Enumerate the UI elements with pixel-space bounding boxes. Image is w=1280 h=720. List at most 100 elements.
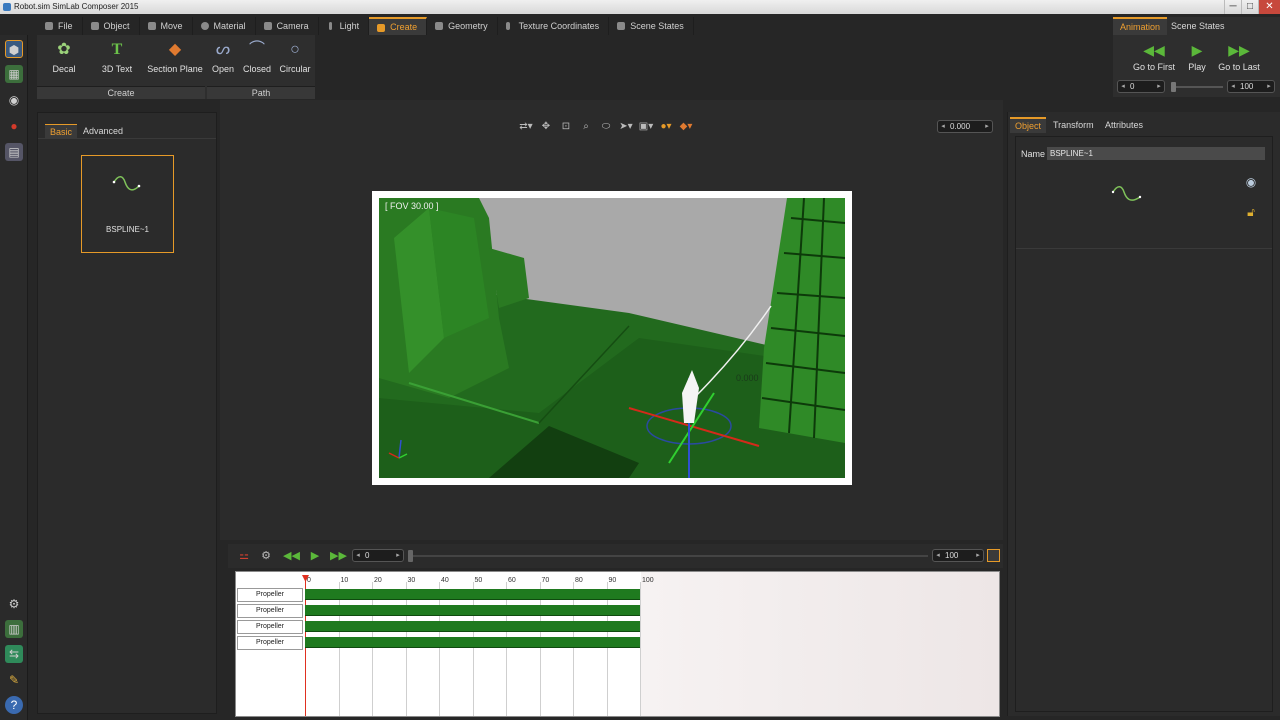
render-icon[interactable]: ▥ bbox=[5, 620, 23, 638]
scene-states-icon bbox=[617, 22, 626, 30]
zoom-extents-icon[interactable]: ⊡ bbox=[558, 120, 574, 134]
track-name[interactable]: Propeller bbox=[237, 604, 303, 618]
closed-path-button[interactable]: ⌒ Closed bbox=[242, 40, 272, 74]
open-path-button[interactable]: ᔕ Open bbox=[211, 40, 235, 74]
render-mode-icon[interactable]: ●▾ bbox=[658, 120, 674, 134]
tools-icon[interactable]: ✎ bbox=[5, 671, 23, 689]
window-title: Robot.sim SimLab Composer 2015 bbox=[14, 2, 139, 11]
timeline-first-icon[interactable]: ◀◀ bbox=[283, 549, 300, 563]
timeline-grid-line bbox=[472, 582, 474, 716]
3d-viewport[interactable] bbox=[379, 198, 845, 478]
track-bar[interactable] bbox=[305, 605, 640, 616]
tab-advanced[interactable]: Advanced bbox=[78, 124, 128, 138]
tab-transform[interactable]: Transform bbox=[1048, 117, 1099, 133]
closed-path-label: Closed bbox=[242, 64, 271, 74]
track-bar[interactable] bbox=[305, 621, 640, 632]
properties-body bbox=[1015, 136, 1273, 712]
tab-label: Material bbox=[213, 21, 246, 31]
timeline-last-icon[interactable]: ▶▶ bbox=[330, 549, 347, 563]
end-frame-spinner[interactable]: ◂ 100 ▸ bbox=[1227, 80, 1275, 93]
tab-basic[interactable]: Basic bbox=[45, 124, 78, 138]
timeline-end-value: 100 bbox=[945, 551, 959, 560]
go-to-first-button[interactable]: ◀◀ Go to First bbox=[1131, 42, 1177, 72]
script-icon[interactable]: ▤ bbox=[5, 143, 23, 161]
anim-slider-track[interactable] bbox=[1171, 86, 1223, 88]
decal-button[interactable]: ✿ Decal bbox=[49, 40, 79, 74]
tab-light[interactable]: Light bbox=[319, 17, 370, 35]
tab-attributes[interactable]: Attributes bbox=[1100, 117, 1148, 133]
track-bar[interactable] bbox=[305, 589, 640, 600]
closed-path-icon: ⌒ bbox=[248, 41, 265, 58]
tab-scene-states-panel[interactable]: Scene States bbox=[1164, 17, 1232, 35]
select-icon[interactable]: ➤▾ bbox=[618, 120, 634, 134]
scene-library-icon[interactable]: ⬢ bbox=[5, 40, 23, 58]
tab-label: Create bbox=[390, 22, 418, 32]
timeline-scrubber-handle[interactable] bbox=[408, 550, 413, 562]
settings-icon[interactable]: ⚙ bbox=[5, 595, 23, 613]
pan-icon[interactable]: ✥ bbox=[538, 120, 554, 134]
go-to-last-button[interactable]: ▶▶ Go to Last bbox=[1217, 42, 1261, 72]
zoom-icon[interactable]: ⌕ bbox=[578, 120, 594, 134]
timeline-options-button[interactable] bbox=[987, 549, 1000, 562]
tab-move[interactable]: Move bbox=[140, 17, 193, 35]
timeline-start-value: 0 bbox=[365, 551, 370, 560]
timeline-end-spinner[interactable]: ◂ 100 ▸ bbox=[932, 549, 984, 562]
tab-object[interactable]: Object bbox=[83, 17, 140, 35]
maximize-button[interactable]: □ bbox=[1241, 0, 1258, 14]
camera-view-icon[interactable]: ▣▾ bbox=[638, 120, 654, 134]
tab-create[interactable]: Create bbox=[369, 17, 428, 35]
decal-label: Decal bbox=[52, 64, 76, 74]
fov-label: [ FOV 30.00 ] bbox=[385, 201, 439, 211]
timeline-tick-label: 50 bbox=[474, 577, 483, 584]
record-icon[interactable]: ● bbox=[5, 117, 23, 135]
play-button[interactable]: ▶ Play bbox=[1185, 42, 1209, 72]
path-group-label: Path bbox=[207, 86, 315, 99]
section-plane-button[interactable]: ◆ Section Plane bbox=[147, 40, 203, 74]
viewport-value-spinner[interactable]: ◂ 0.000 ▸ bbox=[937, 120, 993, 133]
circular-path-button[interactable]: ○ Circular bbox=[278, 40, 312, 74]
circular-path-label: Circular bbox=[279, 64, 311, 74]
timeline-play-icon[interactable]: ▶ bbox=[307, 549, 323, 563]
track-bar[interactable] bbox=[305, 637, 640, 648]
tab-label: Geometry bbox=[448, 21, 488, 31]
navigate-icon[interactable]: ⇄▾ bbox=[518, 120, 534, 134]
anim-slider-handle[interactable] bbox=[1171, 82, 1176, 92]
tab-animation[interactable]: Animation bbox=[1113, 17, 1168, 35]
tab-label: Light bbox=[339, 21, 360, 31]
timeline-scrubber-track[interactable] bbox=[408, 555, 928, 557]
tab-scene-states[interactable]: Scene States bbox=[609, 17, 694, 35]
visibility-eye-icon[interactable]: ◉ bbox=[1243, 175, 1259, 189]
tab-object-properties[interactable]: Object bbox=[1010, 117, 1047, 133]
tab-file[interactable]: File bbox=[37, 17, 83, 35]
timeline-grid-line bbox=[506, 582, 507, 716]
tab-geometry[interactable]: Geometry bbox=[427, 17, 498, 35]
record-key-icon[interactable]: ⚙ bbox=[258, 549, 274, 563]
timeline-grid-line bbox=[338, 582, 340, 716]
start-frame-spinner[interactable]: ◂ 0 ▸ bbox=[1117, 80, 1165, 93]
eye-icon[interactable]: ◉ bbox=[5, 91, 23, 109]
timeline-grid-line bbox=[405, 582, 407, 716]
convert-icon[interactable]: ⇆ bbox=[5, 645, 23, 663]
object-name-field[interactable] bbox=[1047, 147, 1265, 160]
help-icon[interactable]: ? bbox=[5, 696, 23, 714]
timeline-tick-label: 70 bbox=[541, 577, 550, 584]
tab-camera[interactable]: Camera bbox=[256, 17, 319, 35]
track-name[interactable]: Propeller bbox=[237, 588, 303, 602]
library-item-bspline[interactable]: BSPLINE~1 bbox=[81, 155, 174, 253]
view-plane-icon[interactable]: ⬭ bbox=[598, 120, 614, 134]
track-name[interactable]: Propeller bbox=[237, 636, 303, 650]
track-name[interactable]: Propeller bbox=[237, 620, 303, 634]
tab-texture-coordinates[interactable]: Texture Coordinates bbox=[498, 17, 610, 35]
minimize-button[interactable]: ─ bbox=[1224, 0, 1241, 14]
close-button[interactable]: ✕ bbox=[1258, 0, 1280, 14]
image-library-icon[interactable]: ▦ bbox=[5, 65, 23, 83]
timeline-start-spinner[interactable]: ◂ 0 ▸ bbox=[352, 549, 404, 562]
keyframe-tool-icon[interactable]: ⚍ bbox=[236, 549, 252, 563]
shading-icon[interactable]: ◆▾ bbox=[678, 120, 694, 134]
tab-label: File bbox=[58, 21, 73, 31]
lock-icon[interactable]: 🔓︎ bbox=[1243, 205, 1259, 221]
menu-bar: File Object Move Material Camera Light C… bbox=[37, 17, 694, 35]
tab-label: Move bbox=[160, 21, 183, 31]
3d-text-button[interactable]: T 3D Text bbox=[101, 40, 133, 74]
tab-material[interactable]: Material bbox=[193, 17, 256, 35]
